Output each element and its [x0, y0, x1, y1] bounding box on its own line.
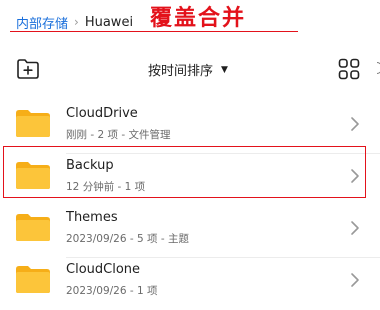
chevron-right-icon — [351, 221, 359, 235]
file-meta: 刚刚 - 2 项 - 文件管理 — [66, 129, 171, 141]
file-meta: 2023/09/26 - 5 项 - 主题 — [66, 233, 189, 245]
caret-down-icon: ▼ — [221, 64, 228, 75]
folder-icon — [16, 110, 50, 137]
annotation-underline — [10, 31, 298, 32]
sort-dropdown[interactable]: 按时间排序 ▼ — [148, 60, 228, 79]
breadcrumb-current: Huawei — [84, 14, 134, 30]
file-name: CloudClone — [66, 262, 141, 277]
grid-view-icon[interactable] — [338, 58, 360, 80]
sort-label: 按时间排序 — [148, 64, 214, 79]
breadcrumb-separator: › — [74, 15, 79, 29]
file-meta: 2023/09/26 - 1 项 — [66, 285, 158, 297]
list-item-themes[interactable]: Themes 2023/09/26 - 5 项 - 主题 — [0, 200, 380, 258]
folder-icon — [16, 214, 50, 241]
chevron-right-icon — [351, 117, 359, 131]
toolbar: 按时间排序 ▼ — [0, 52, 380, 86]
breadcrumb: 内部存储 › Huawei — [16, 12, 133, 32]
list-item-cloudclone[interactable]: CloudClone 2023/09/26 - 1 项 — [0, 252, 380, 310]
new-folder-icon[interactable] — [16, 58, 40, 80]
breadcrumb-root-link[interactable]: 内部存储 — [16, 13, 68, 32]
folder-icon — [16, 266, 50, 293]
file-name: CloudDrive — [66, 106, 138, 121]
annotation-title: 覆盖合并 — [150, 5, 247, 31]
chevron-right-icon — [351, 273, 359, 287]
highlight-box — [3, 146, 366, 198]
file-name: Themes — [66, 210, 118, 225]
